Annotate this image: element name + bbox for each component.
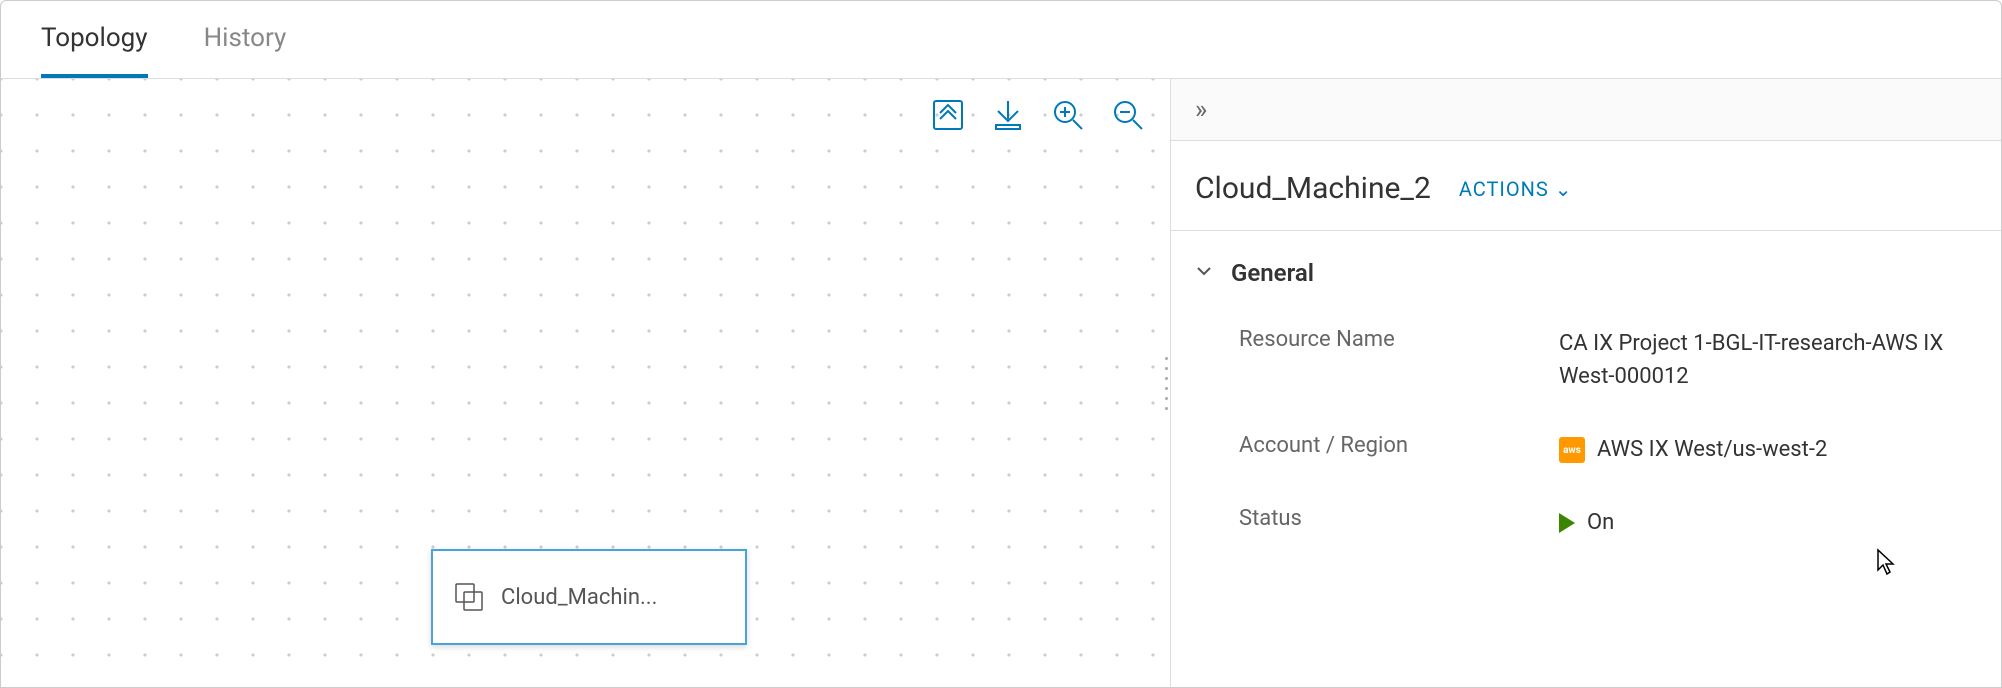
chevron-down-icon: ⌄	[1555, 177, 1573, 201]
row-account-region: Account / Region aws AWS IX West/us-west…	[1195, 433, 1977, 466]
collapse-all-icon[interactable]	[930, 97, 966, 133]
canvas-toolbar	[930, 97, 1146, 133]
app-window: Topology History	[0, 0, 2002, 688]
chevron-down-icon	[1195, 262, 1213, 284]
tab-bar: Topology History	[1, 1, 2001, 79]
vm-icon	[453, 581, 485, 613]
actions-dropdown[interactable]: ACTIONS ⌄	[1459, 177, 1573, 201]
value-account-region: aws AWS IX West/us-west-2	[1559, 433, 1977, 466]
row-status: Status On	[1195, 506, 1977, 539]
section-general-title: General	[1231, 259, 1314, 287]
tab-topology[interactable]: Topology	[41, 1, 148, 78]
value-status: On	[1559, 506, 1977, 539]
topology-node[interactable]: Cloud_Machin...	[431, 549, 747, 645]
zoom-in-icon[interactable]	[1050, 97, 1086, 133]
row-resource-name: Resource Name CA IX Project 1-BGL-IT-res…	[1195, 327, 1977, 393]
label-status: Status	[1239, 506, 1559, 539]
actions-label: ACTIONS	[1459, 177, 1549, 201]
topology-node-label: Cloud_Machin...	[501, 585, 657, 610]
panel-body: General Resource Name CA IX Project 1-BG…	[1171, 231, 2001, 607]
label-account-region: Account / Region	[1239, 433, 1559, 466]
content-area: Cloud_Machin... » Cloud_Machine_2 ACTION…	[1, 79, 2001, 687]
aws-icon: aws	[1559, 437, 1585, 463]
panel-title-row: Cloud_Machine_2 ACTIONS ⌄	[1171, 141, 2001, 231]
value-resource-name: CA IX Project 1-BGL-IT-research-AWS IX W…	[1559, 327, 1977, 393]
details-panel: » Cloud_Machine_2 ACTIONS ⌄ General Reso…	[1171, 79, 2001, 687]
zoom-out-icon[interactable]	[1110, 97, 1146, 133]
tab-history[interactable]: History	[204, 1, 287, 78]
label-resource-name: Resource Name	[1239, 327, 1559, 393]
topology-canvas[interactable]: Cloud_Machin...	[1, 79, 1171, 687]
status-on-icon	[1559, 513, 1575, 533]
panel-title: Cloud_Machine_2	[1195, 171, 1431, 206]
section-general-header[interactable]: General	[1195, 259, 1977, 287]
download-icon[interactable]	[990, 97, 1026, 133]
panel-collapse-icon[interactable]: »	[1195, 95, 1207, 125]
panel-header-bar: »	[1171, 79, 2001, 141]
panel-resize-handle[interactable]	[1161, 353, 1171, 413]
